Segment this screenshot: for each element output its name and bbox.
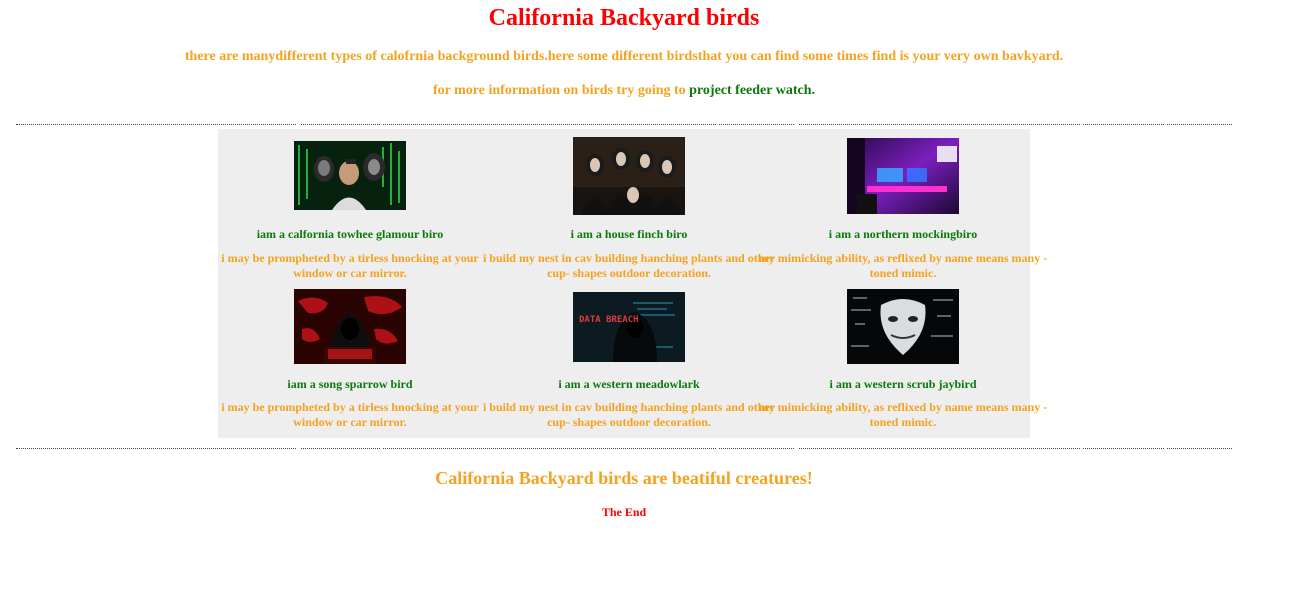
bird-description: i build my nest in cav building hanching… bbox=[482, 400, 776, 429]
hooded-hacker-map-image-icon bbox=[294, 289, 406, 364]
bird-description: i build my nest in cav building hanching… bbox=[482, 251, 776, 280]
project-feeder-watch-link[interactable]: project feeder watch. bbox=[689, 83, 815, 98]
bird-title: iam a calfornia towhee glamour biro bbox=[256, 227, 444, 241]
bird-title: i am a western meadowlark bbox=[558, 377, 700, 391]
data-breach-image-text: DATA BREACH bbox=[579, 315, 639, 325]
bird-title: i am a house finch biro bbox=[570, 227, 688, 241]
more-info-text: for more information on birds try going … bbox=[0, 83, 1248, 99]
intro-text: there are manydifferent types of calofrn… bbox=[184, 49, 1064, 64]
top-divider bbox=[16, 123, 1232, 127]
bird-title: iam a song sparrow bird bbox=[287, 377, 413, 391]
masked-people-image-icon bbox=[573, 137, 685, 215]
hacker-group-image-icon bbox=[294, 141, 406, 210]
gaming-room-image-icon bbox=[847, 138, 959, 214]
bird-title: i am a western scrub jaybird bbox=[829, 377, 977, 391]
the-end-text: The End bbox=[601, 505, 647, 519]
anonymous-mask-image-icon bbox=[847, 289, 959, 364]
more-info-prefix: for more information on birds try going … bbox=[433, 83, 690, 98]
page-title: California Backyard birds bbox=[488, 5, 760, 31]
data-breach-image-icon: DATA BREACH bbox=[573, 292, 685, 362]
bird-description: my mimicking ability, as reflixed by nam… bbox=[758, 251, 1048, 280]
page: California Backyard birds there are many… bbox=[0, 0, 1296, 602]
bird-description: i may be prompheted by a tirless hnockin… bbox=[221, 251, 479, 280]
bird-title: i am a northern mockingbiro bbox=[828, 227, 978, 241]
bird-description: my mimicking ability, as reflixed by nam… bbox=[758, 400, 1048, 429]
bottom-divider bbox=[16, 447, 1232, 451]
footer-tagline: California Backyard birds are beatiful c… bbox=[435, 468, 813, 488]
bird-grid: iam a calfornia towhee glamour biro i ma… bbox=[218, 129, 1047, 438]
bird-description: i may be prompheted by a tirless hnockin… bbox=[221, 400, 479, 429]
